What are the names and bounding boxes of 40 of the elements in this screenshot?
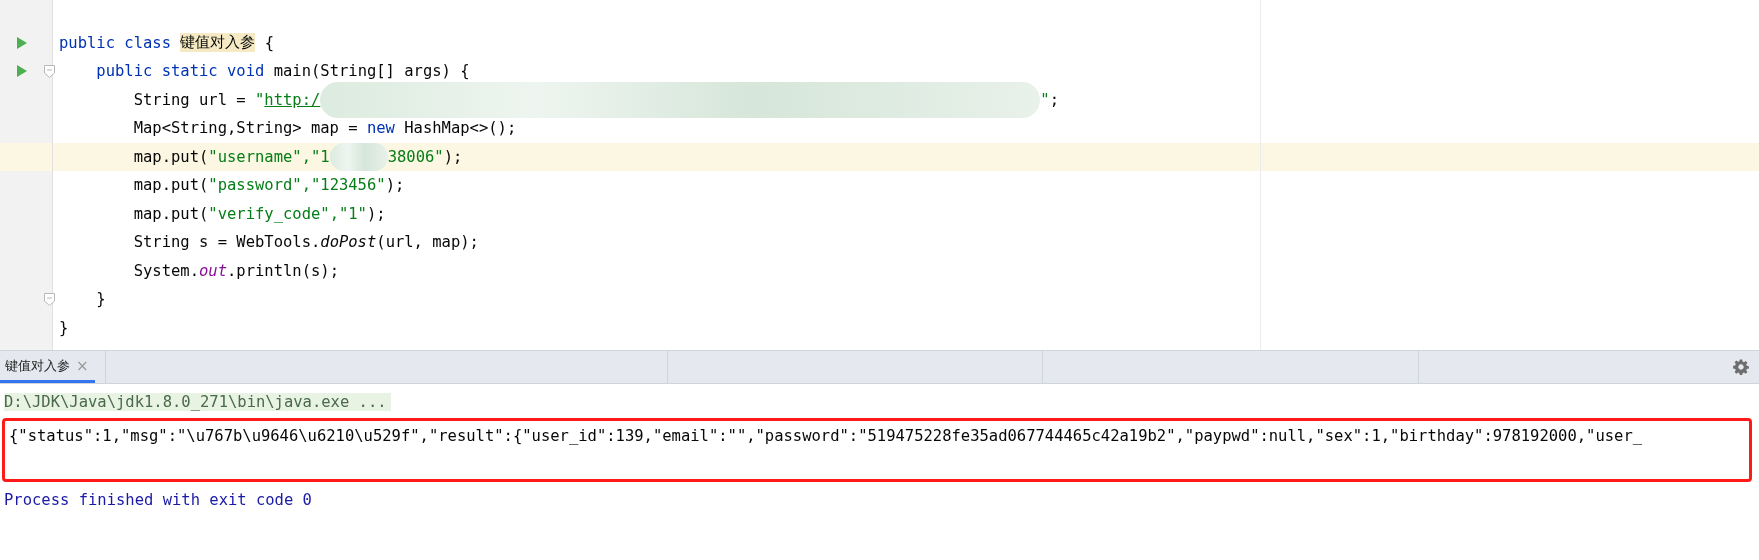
string-literal: "verify_code","1" — [208, 204, 367, 223]
string-literal: 38006" — [387, 147, 444, 166]
field-name: out — [199, 261, 227, 280]
string-literal: "password","123456" — [208, 176, 386, 195]
code-text: map.put( — [132, 176, 209, 195]
code-text: ); — [385, 176, 405, 195]
console-output: {"status":1,"msg":"\u767b\u9646\u6210\u529f","result":{"user_id":139,"email":"","password":"519475228fe35ad067744465c42a19b2","paypwd":null,"sex":1,"birthday":978192000,"user_ — [9, 427, 1643, 445]
code-text: Map<String,String> map = — [132, 119, 359, 138]
settings-icon[interactable] — [1733, 359, 1749, 375]
exit-message: Process finished with exit code 0 — [4, 491, 312, 509]
code-text: String url = — [132, 90, 247, 109]
code-text: } — [59, 318, 69, 337]
code-text: ); — [366, 204, 386, 223]
console-tab[interactable]: 键值对入参 × — [0, 351, 95, 383]
code-text: HashMap<>(); — [403, 119, 517, 138]
keyword: public static void — [95, 62, 266, 81]
code-text: System. — [132, 261, 199, 280]
keyword: public class — [59, 33, 172, 52]
fold-icon[interactable] — [44, 64, 55, 78]
url-link[interactable]: http:/ — [264, 90, 321, 109]
keyword: new — [366, 119, 395, 138]
string-literal: " — [254, 90, 265, 109]
code-text: ); — [443, 147, 463, 166]
code-text: String s = WebTools. — [132, 233, 321, 252]
code-text: { — [263, 33, 274, 52]
blurred-region — [329, 142, 388, 171]
code-text: (url, map); — [376, 233, 479, 252]
code-text: map.put( — [132, 147, 209, 166]
string-literal: "username","1 — [208, 147, 330, 166]
method-name: doPost — [320, 233, 377, 252]
run-icon[interactable] — [16, 64, 28, 79]
class-name: 键值对入参 — [180, 33, 256, 53]
run-icon[interactable] — [16, 35, 28, 50]
code-text: map.put( — [132, 204, 209, 223]
code-text: main(String[] args) { — [273, 62, 470, 81]
code-text: .println(s); — [227, 261, 339, 280]
code-text: } — [95, 290, 106, 309]
string-literal: " — [1040, 90, 1050, 109]
code-text: ; — [1049, 90, 1059, 109]
fold-icon[interactable] — [44, 292, 55, 306]
